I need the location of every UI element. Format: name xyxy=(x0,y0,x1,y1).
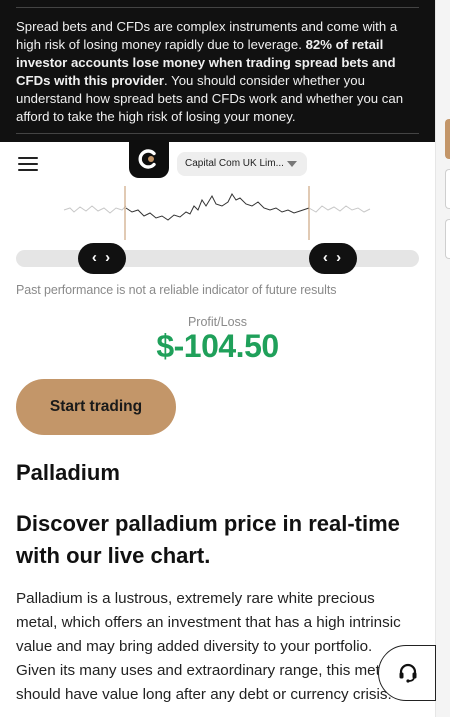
divider xyxy=(16,133,419,134)
site-header: Capital Com UK Lim... xyxy=(0,140,435,186)
divider xyxy=(16,7,419,8)
start-trading-button[interactable]: Start trading xyxy=(16,379,176,435)
price-line-faded xyxy=(63,205,127,214)
section-heading: Discover palladium price in real-time wi… xyxy=(16,511,400,568)
price-line-faded xyxy=(308,205,371,213)
side-drawer-edge xyxy=(435,0,450,717)
drawer-tab[interactable] xyxy=(445,219,450,259)
asset-description: Palladium is a lustrous, extremely rare … xyxy=(16,590,401,703)
entity-selector-label: Capital Com UK Lim... xyxy=(185,158,284,169)
support-button[interactable] xyxy=(378,645,436,701)
risk-warning-banner: Spread bets and CFDs are complex instrum… xyxy=(0,0,435,142)
entity-selector[interactable]: Capital Com UK Lim... xyxy=(177,152,307,176)
drawer-tab-accent[interactable] xyxy=(445,119,450,159)
capital-com-logo[interactable] xyxy=(129,140,169,178)
handle-arrows: ‹ › xyxy=(322,249,344,266)
headset-icon xyxy=(399,663,417,683)
price-chart xyxy=(63,186,371,240)
profit-loss-label: Profit/Loss xyxy=(187,315,248,329)
performance-disclaimer: Past performance is not a reliable indic… xyxy=(16,283,337,297)
drawer-tab[interactable] xyxy=(445,169,450,209)
risk-warning-text: Spread bets and CFDs are complex instrum… xyxy=(16,18,420,126)
hamburger-icon[interactable] xyxy=(18,157,38,171)
range-handle-left[interactable]: ‹ › xyxy=(78,243,126,274)
range-handle-right[interactable]: ‹ › xyxy=(309,243,357,274)
range-slider-track[interactable] xyxy=(16,250,419,267)
handle-arrows: ‹ › xyxy=(91,249,113,266)
profit-loss-value: $-104.50 xyxy=(156,328,279,364)
chevron-down-icon xyxy=(287,161,297,167)
asset-title: Palladium xyxy=(16,460,120,485)
price-line-selected xyxy=(125,193,310,221)
